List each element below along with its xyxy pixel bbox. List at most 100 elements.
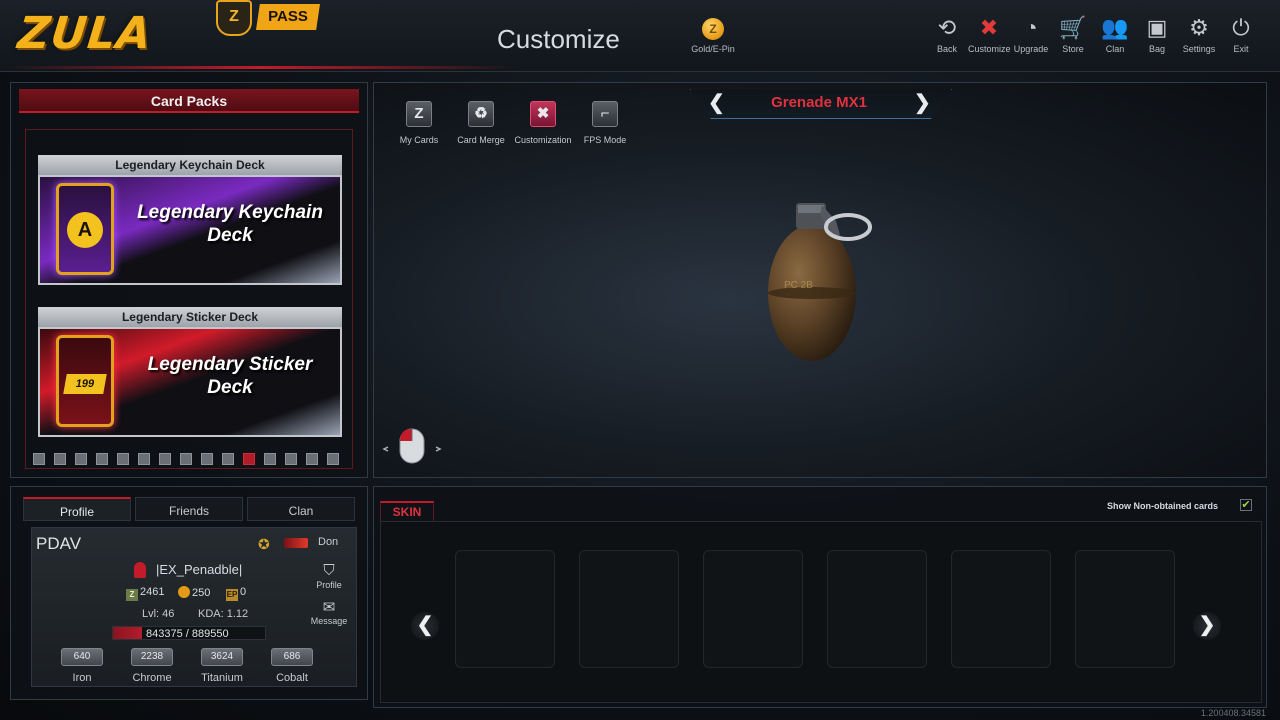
weapon-viewer[interactable]: ❮ Grenade MX1 ❯ Z My Cards ♻ Card Merge … bbox=[373, 82, 1267, 478]
material-value: 686 bbox=[271, 648, 313, 666]
message-button[interactable]: ✉ Message bbox=[304, 598, 354, 626]
skin-slot[interactable] bbox=[703, 550, 803, 668]
pager-dot[interactable] bbox=[201, 453, 213, 465]
deck-name: Legendary Sticker Deck bbox=[147, 354, 313, 398]
material-label: Iron bbox=[72, 672, 92, 684]
materials-row: 640 Iron 2238 Chrome 3624 Titanium 686 C… bbox=[52, 648, 322, 684]
rank-badge-icon bbox=[284, 538, 308, 548]
nav-exit[interactable]: ⏻ Exit bbox=[1220, 14, 1262, 64]
pager-dot[interactable] bbox=[222, 453, 234, 465]
clan-name: |EX_Penadble| bbox=[156, 562, 243, 577]
pager-dot[interactable] bbox=[306, 453, 318, 465]
skin-slot[interactable] bbox=[827, 550, 927, 668]
pass-label: PASS bbox=[256, 4, 320, 30]
version-label: 1.200408.34581 bbox=[1200, 708, 1266, 718]
pager-dot[interactable] bbox=[138, 453, 150, 465]
previous-weapon-button[interactable]: ❮ bbox=[708, 90, 725, 115]
tool-label: FPS Mode bbox=[583, 135, 627, 145]
pager-dot[interactable] bbox=[285, 453, 297, 465]
deck-title: Legendary Keychain Deck bbox=[38, 155, 342, 175]
tool-label: Customization bbox=[514, 135, 572, 145]
back-icon: ⟲ bbox=[937, 15, 957, 40]
clan-emblem-icon bbox=[134, 562, 146, 578]
skin-slot[interactable] bbox=[1075, 550, 1175, 668]
sticker-glyph: 199 bbox=[63, 374, 107, 394]
gold-epin-button[interactable]: Z Gold/E-Pin bbox=[686, 18, 740, 54]
rank-star-icon: ✪ bbox=[258, 536, 270, 552]
shield-star-icon: ⛉ bbox=[323, 562, 335, 579]
tab-clan[interactable]: Clan bbox=[247, 497, 355, 521]
upgrade-icon: ◔ bbox=[1024, 15, 1038, 40]
deck-banner: A Legendary Keychain Deck bbox=[38, 175, 342, 285]
material-value: 2238 bbox=[131, 648, 173, 666]
pager-dot[interactable] bbox=[243, 453, 255, 465]
deck-sticker[interactable]: Legendary Sticker Deck 199 Legendary Sti… bbox=[38, 307, 342, 439]
nav-back-label: Back bbox=[936, 44, 957, 54]
nav-settings[interactable]: ⚙ Settings bbox=[1178, 14, 1220, 64]
show-non-obtained-checkbox[interactable]: ✔ bbox=[1240, 499, 1252, 511]
pager-dot[interactable] bbox=[327, 453, 339, 465]
pager-dot[interactable] bbox=[180, 453, 192, 465]
pager-dot[interactable] bbox=[54, 453, 66, 465]
tab-friends[interactable]: Friends bbox=[135, 497, 243, 521]
power-icon: ⏻ bbox=[1232, 15, 1250, 40]
nav-bag-label: Bag bbox=[1148, 44, 1165, 54]
ep-value: 0 bbox=[240, 586, 247, 598]
pager-dot[interactable] bbox=[264, 453, 276, 465]
keychain-glyph: A bbox=[67, 212, 103, 248]
tool-label: Card Merge bbox=[457, 135, 505, 145]
zula-points-value: 2461 bbox=[140, 586, 165, 598]
rank-label: Don bbox=[318, 536, 339, 548]
next-weapon-button[interactable]: ❯ bbox=[914, 90, 931, 115]
pager-dot[interactable] bbox=[33, 453, 45, 465]
nav-store-label: Store bbox=[1062, 44, 1084, 54]
material-value: 3624 bbox=[201, 648, 243, 666]
tool-fps-mode[interactable]: ⌐ FPS Mode bbox=[574, 101, 636, 145]
gold-value: 250 bbox=[192, 587, 211, 599]
pager-dot[interactable] bbox=[117, 453, 129, 465]
tool-label: My Cards bbox=[399, 135, 439, 145]
deck-keychain[interactable]: Legendary Keychain Deck A Legendary Keyc… bbox=[38, 155, 342, 287]
top-bar: ZULA Z PASS Customize Z Gold/E-Pin ⟲ Bac… bbox=[0, 0, 1280, 72]
tab-profile[interactable]: Profile bbox=[23, 497, 131, 521]
pager-dot[interactable] bbox=[159, 453, 171, 465]
customize-icon: ✖ bbox=[979, 15, 999, 40]
gold-amount: 250 bbox=[178, 586, 210, 599]
card-packs-header: Card Packs bbox=[19, 89, 359, 113]
tool-card-merge[interactable]: ♻ Card Merge bbox=[450, 101, 512, 145]
skin-previous-button[interactable]: ❮ bbox=[411, 612, 439, 640]
nav-exit-label: Exit bbox=[1233, 44, 1249, 54]
nav-clan[interactable]: 👥 Clan bbox=[1094, 14, 1136, 64]
nav-customize-label: Customize bbox=[968, 44, 1011, 54]
skin-slot[interactable] bbox=[951, 550, 1051, 668]
viewer-toolbar: Z My Cards ♻ Card Merge ✖ Customization … bbox=[388, 101, 636, 145]
pass-button[interactable]: Z PASS bbox=[216, 0, 322, 36]
material-label: Chrome bbox=[132, 672, 172, 684]
material-cobalt: 686 Cobalt bbox=[262, 648, 322, 684]
nav-bag[interactable]: ▣ Bag bbox=[1136, 14, 1178, 64]
skin-slot[interactable] bbox=[455, 550, 555, 668]
nav-customize[interactable]: ✖ Customize bbox=[968, 14, 1011, 64]
profile-panel: Profile Friends Clan PDAV ✪ Don |EX_Pena… bbox=[10, 486, 368, 700]
tab-skin[interactable]: SKIN bbox=[380, 501, 434, 521]
nav-back[interactable]: ⟲ Back bbox=[926, 14, 968, 64]
pistol-icon: ⌐ bbox=[592, 101, 618, 127]
profile-button[interactable]: ⛉ Profile bbox=[304, 562, 354, 590]
player-kda: KDA: 1.12 bbox=[198, 608, 249, 620]
pager-dot[interactable] bbox=[96, 453, 108, 465]
skin-next-button[interactable]: ❯ bbox=[1193, 612, 1221, 640]
material-label: Titanium bbox=[201, 672, 243, 684]
nav-store[interactable]: 🛒 Store bbox=[1052, 14, 1094, 64]
tool-my-cards[interactable]: Z My Cards bbox=[388, 101, 450, 145]
recycle-icon: ♻ bbox=[468, 101, 494, 127]
pager-dot[interactable] bbox=[75, 453, 87, 465]
tool-customization[interactable]: ✖ Customization bbox=[512, 101, 574, 145]
cart-icon: 🛒 bbox=[1059, 15, 1087, 40]
material-value: 640 bbox=[61, 648, 103, 666]
nav-clan-label: Clan bbox=[1105, 44, 1125, 54]
gold-icon bbox=[178, 586, 190, 598]
nav-upgrade[interactable]: ◔ Upgrade bbox=[1010, 14, 1052, 64]
zula-logo: ZULA bbox=[15, 8, 155, 59]
skin-slot[interactable] bbox=[579, 550, 679, 668]
xp-text: 843375 / 889550 bbox=[146, 628, 229, 640]
